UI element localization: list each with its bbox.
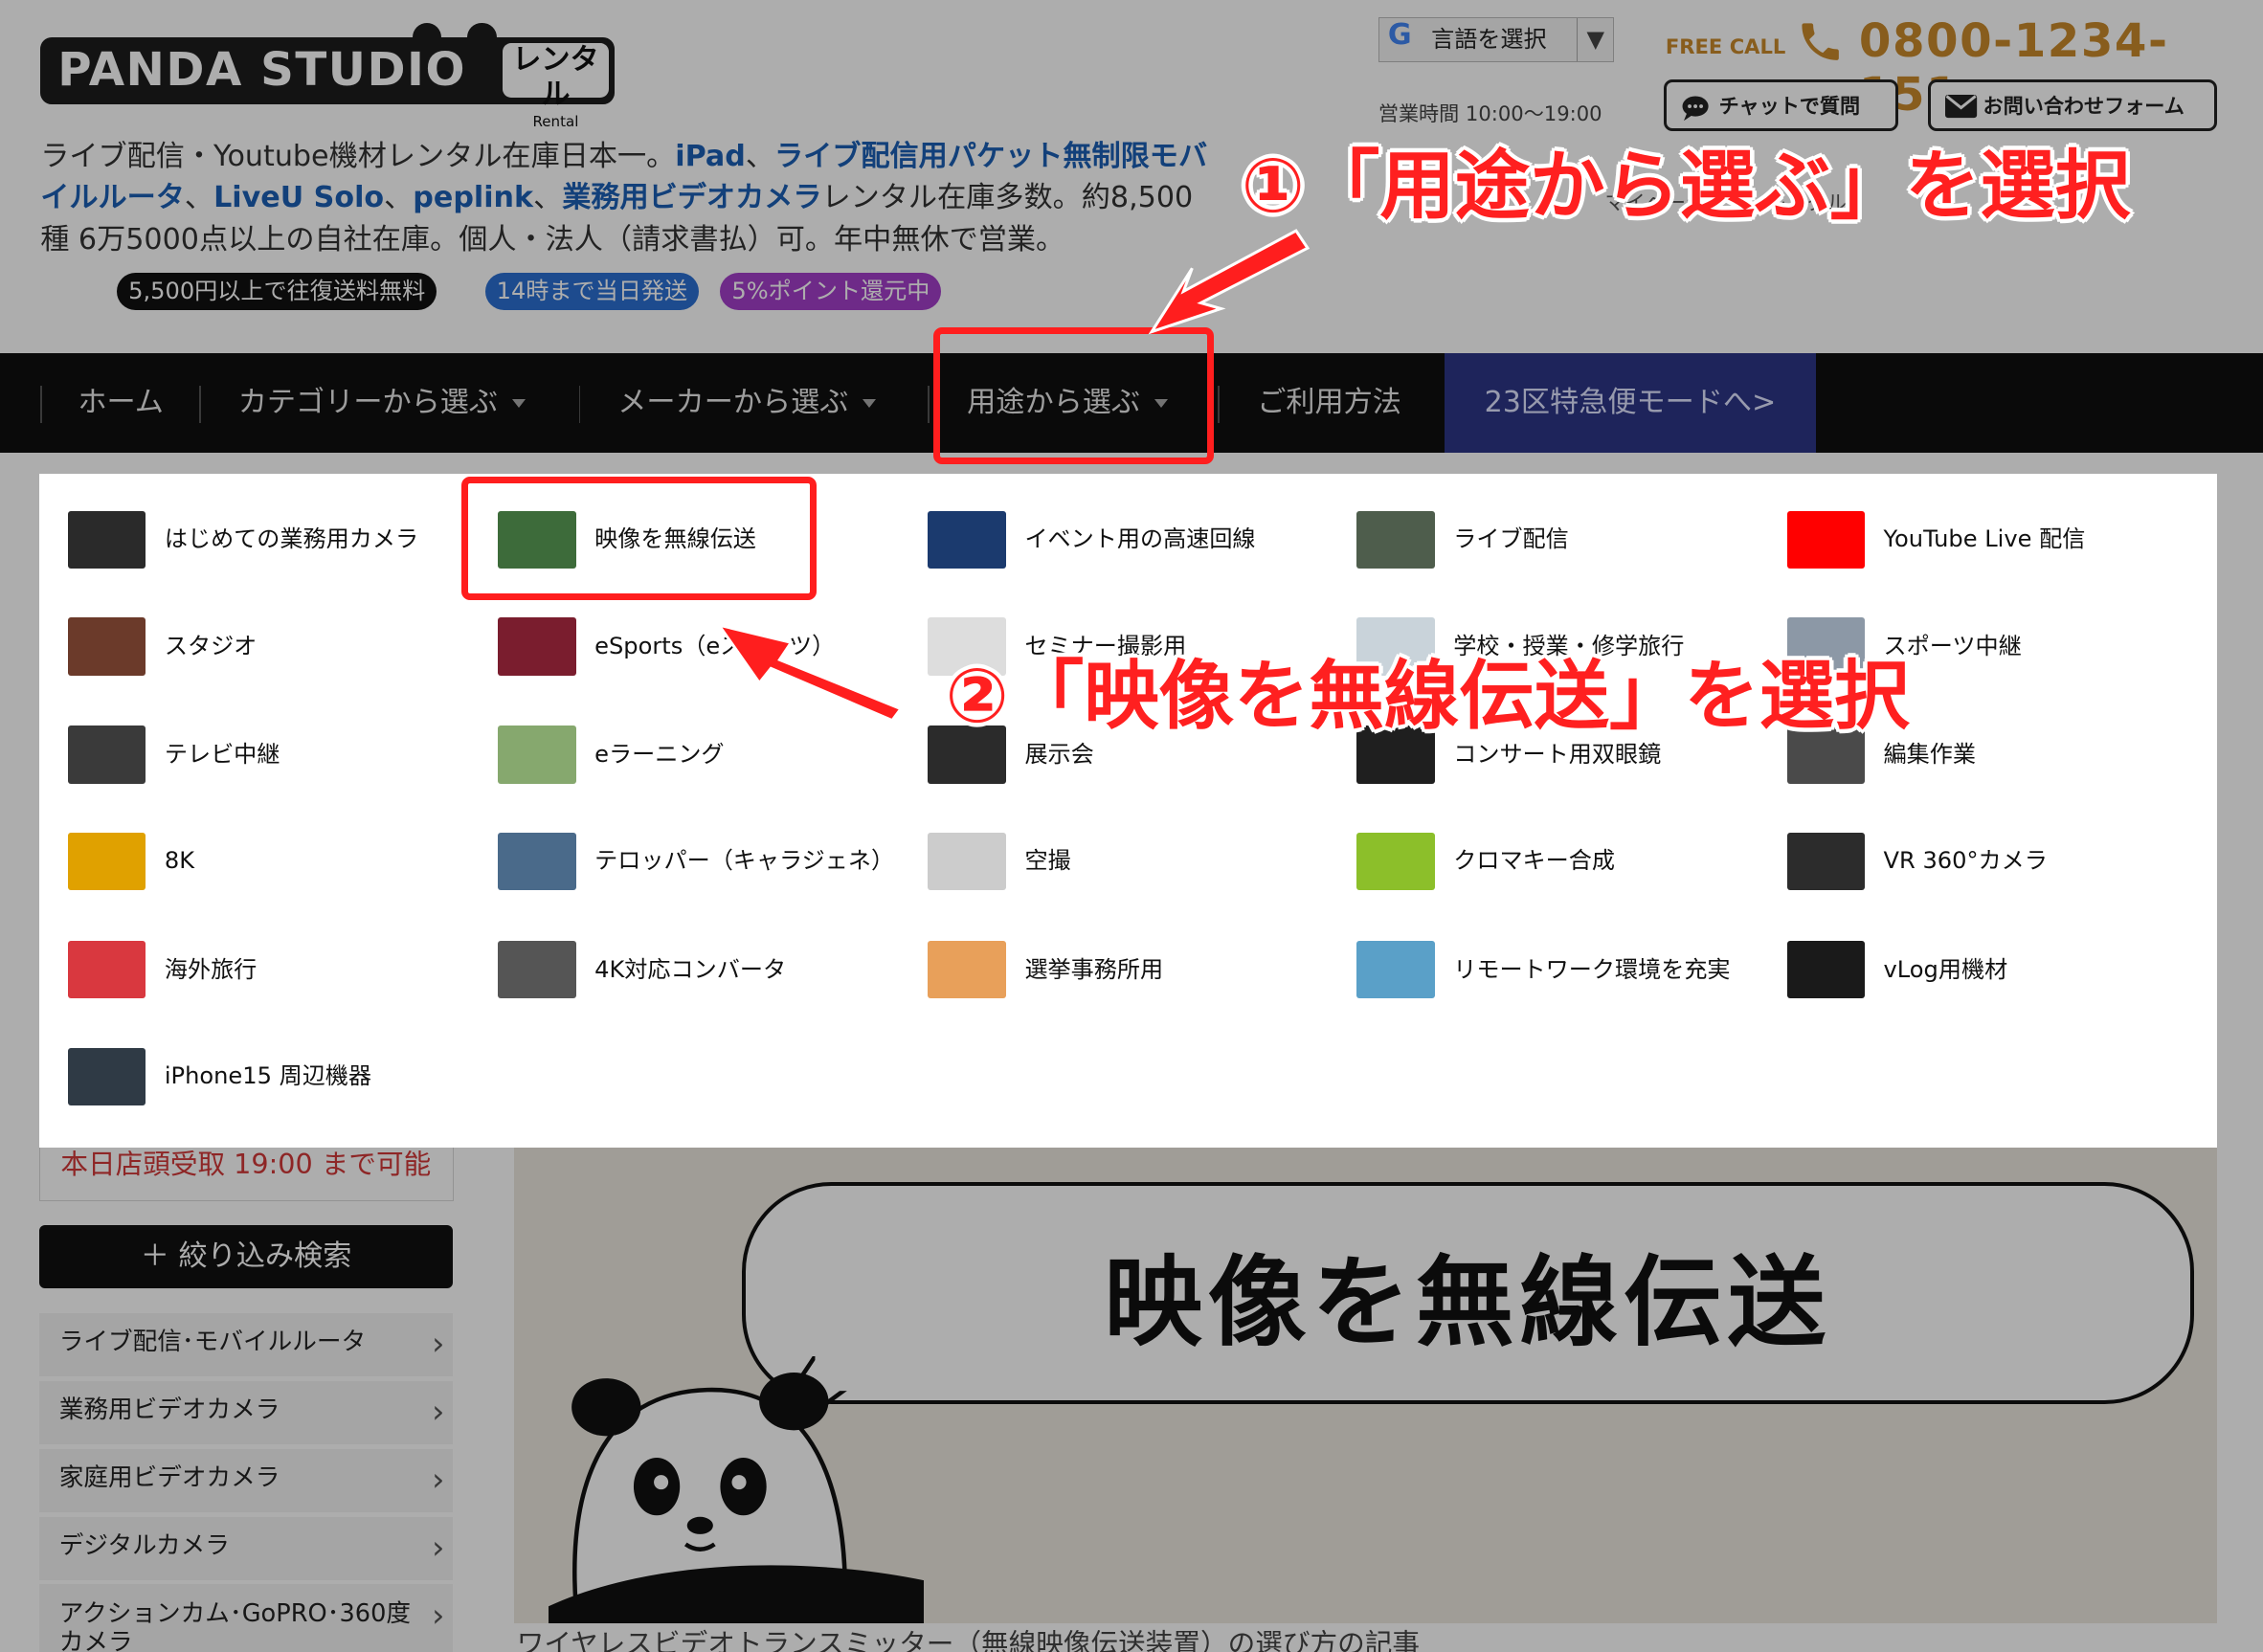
8k-hdr-icon (67, 832, 146, 891)
dropdown-item-label: VR 360°カメラ (1883, 847, 2048, 875)
dropdown-item[interactable]: テレビ中継 (67, 711, 480, 797)
page: PANDA STUDIO レンタル Rental ライブ配信・Youtube機材… (0, 0, 2263, 1652)
youtube-icon (1786, 510, 1865, 569)
iphone-icon (67, 1047, 146, 1105)
telop-icon (498, 832, 576, 891)
annotation-step-1: ①「用途から選ぶ」を選択 (1241, 142, 2131, 230)
dropdown-item[interactable]: iPhone15 周辺機器 (67, 1034, 480, 1120)
dropdown-item[interactable]: スタジオ (67, 603, 480, 689)
vr-360-camera-icon (1786, 832, 1865, 891)
dropdown-item[interactable]: イベント用の高速回線 (928, 497, 1339, 583)
dropdown-item[interactable]: はじめての業務用カメラ (67, 497, 480, 583)
dropdown-item-label: テレビ中継 (164, 740, 280, 768)
dropdown-item[interactable]: リモートワーク環境を充実 (1356, 926, 1768, 1013)
election-office-icon (928, 940, 1006, 999)
dropdown-item-label: 8K (164, 847, 195, 875)
chroma-key-icon (1356, 832, 1435, 891)
dropdown-item-label: 選挙事務所用 (1024, 955, 1164, 983)
dropdown-item-label: クロマキー合成 (1453, 847, 1615, 875)
event-network-icon (928, 510, 1006, 569)
dropdown-item-label: テロッパー（キャラジェネ） (594, 847, 895, 875)
dropdown-item-label: iPhone15 周辺機器 (164, 1062, 372, 1090)
elearning-icon (498, 726, 576, 784)
red-arrow-icon (715, 622, 904, 723)
drone-icon (928, 832, 1006, 891)
dropdown-item[interactable]: テロッパー（キャラジェネ） (498, 818, 909, 904)
dropdown-item[interactable]: 8K (67, 818, 480, 904)
dropdown-item-label: リモートワーク環境を充実 (1453, 955, 1731, 983)
esports-icon (498, 617, 576, 676)
tv-broadcast-icon (67, 726, 146, 784)
dropdown-item[interactable]: クロマキー合成 (1356, 818, 1768, 904)
camcorder-icon (67, 510, 146, 569)
dropdown-item-label: スタジオ (164, 632, 258, 659)
highlight-box-nav-use-case (933, 327, 1214, 465)
dropdown-item[interactable]: 海外旅行 (67, 926, 480, 1013)
dropdown-item-label: YouTube Live 配信 (1883, 525, 2086, 553)
studio-icon (67, 617, 146, 676)
converter-icon (498, 940, 576, 999)
dropdown-item-label: 海外旅行 (164, 955, 258, 983)
live-stream-icon (1356, 510, 1435, 569)
remote-work-icon (1356, 940, 1435, 999)
dropdown-item-label: イベント用の高速回線 (1024, 525, 1256, 553)
dropdown-item[interactable]: 4K対応コンバータ (498, 926, 909, 1013)
annotation-step-2: ②「映像を無線伝送」を選択 (945, 653, 1910, 741)
dropdown-item[interactable]: 空撮 (928, 818, 1339, 904)
use-case-dropdown: はじめての業務用カメラ 映像を無線伝送 イベント用の高速回線 ライブ配信 YouTube… (38, 473, 2217, 1148)
dropdown-item[interactable]: YouTube Live 配信 (1786, 497, 2199, 583)
dropdown-item[interactable]: vLog用機材 (1786, 926, 2199, 1013)
vlog-camera-icon (1786, 940, 1865, 999)
dropdown-item-label: eラーニング (594, 740, 725, 768)
dropdown-item-label: 空撮 (1024, 847, 1071, 875)
dropdown-item[interactable]: 選挙事務所用 (928, 926, 1339, 1013)
dropdown-item-label: はじめての業務用カメラ (164, 525, 419, 553)
highlight-box-wireless-video (461, 476, 818, 601)
dropdown-item-label: vLog用機材 (1883, 955, 2008, 983)
red-arrow-icon (1148, 229, 1311, 335)
dropdown-item[interactable]: VR 360°カメラ (1786, 818, 2199, 904)
dropdown-item-label: ライブ配信 (1453, 525, 1569, 553)
dropdown-item-label: 4K対応コンバータ (594, 955, 787, 983)
travel-icon (67, 940, 146, 999)
dropdown-item[interactable]: ライブ配信 (1356, 497, 1768, 583)
